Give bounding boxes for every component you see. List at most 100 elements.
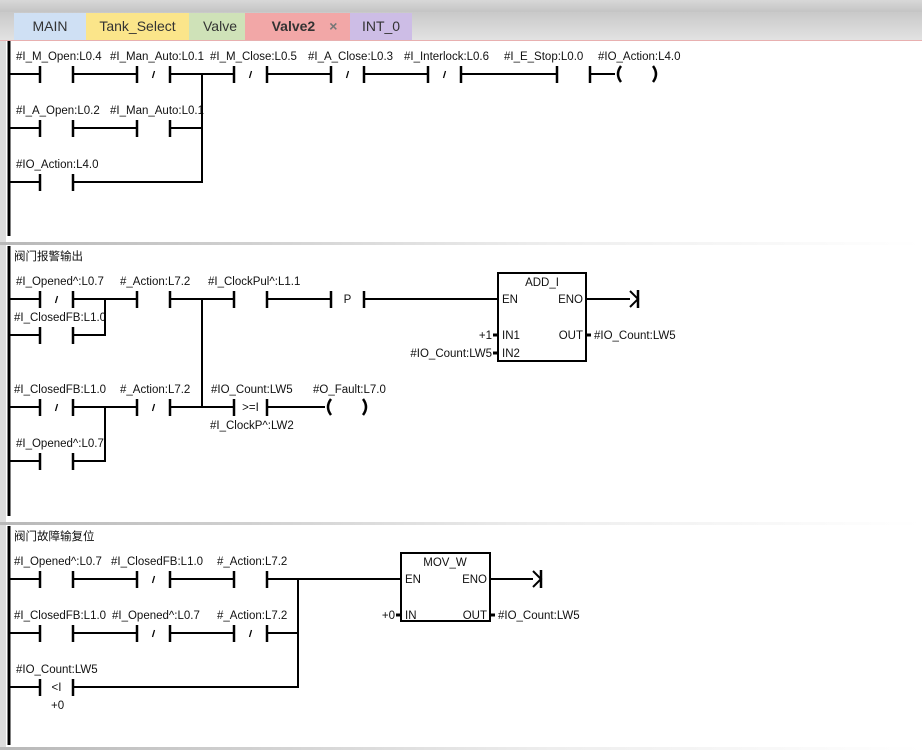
compare-operator: <I xyxy=(52,682,62,694)
block-pin-in2: IN2 xyxy=(502,348,520,360)
nc-contact[interactable]: #I_ClosedFB:L1.0 xyxy=(14,384,106,416)
toolbar xyxy=(0,0,922,12)
nc-contact[interactable]: #_Action:L7.2 xyxy=(217,610,287,642)
no-contact[interactable]: #I_Opened^:L0.7 xyxy=(14,556,102,588)
contact-label: #_Action:L7.2 xyxy=(217,610,287,622)
negation-slash xyxy=(151,403,156,412)
contact-label: #_Action:L7.2 xyxy=(120,276,190,288)
contact-label: #I_Opened^:L0.7 xyxy=(16,276,104,288)
no-contact[interactable]: #_Action:L7.2 xyxy=(120,276,190,308)
tab-valve[interactable]: Valve xyxy=(189,13,251,40)
no-contact[interactable]: #I_ClosedFB:L1.0 xyxy=(14,312,106,344)
contact-label: #I_Opened^:L0.7 xyxy=(112,610,200,622)
no-contact[interactable]: #I_A_Open:L0.2 xyxy=(16,105,100,137)
tab-valve2[interactable]: Valve2 × xyxy=(245,13,350,40)
close-icon[interactable]: × xyxy=(329,18,337,34)
contact-label: #I_ClosedFB:L1.0 xyxy=(14,312,106,324)
nc-contact[interactable]: #I_A_Close:L0.3 xyxy=(308,51,393,83)
block-pin-eno: ENO xyxy=(462,574,487,586)
contact-label: #I_ClockPul^:L1.1 xyxy=(208,276,300,288)
left-gutter xyxy=(0,41,6,750)
output-coil[interactable]: #IO_Action:L4.0 xyxy=(598,51,680,83)
block-input-operand: #IO_Count:LW5 xyxy=(410,348,492,360)
tab-label: Valve2 xyxy=(271,18,316,34)
network-comment: 阀门报警输出 xyxy=(14,249,83,263)
contact-label: #I_Opened^:L0.7 xyxy=(16,438,104,450)
contact-label: #I_ClosedFB:L1.0 xyxy=(111,556,203,568)
tab-bar: MAIN Tank_Select Valve Valve2 × INT_0 xyxy=(0,12,922,41)
network-comment: 阀门故障输复位 xyxy=(14,529,95,543)
no-contact[interactable]: #I_Opened^:L0.7 xyxy=(16,438,104,470)
coil-label: #IO_Action:L4.0 xyxy=(598,51,680,63)
coil-label: #O_Fault:L7.0 xyxy=(313,384,386,396)
block-name: MOV_W xyxy=(423,557,467,569)
nc-contact[interactable]: #_Action:L7.2 xyxy=(120,384,190,416)
constant-value: +0 xyxy=(382,610,395,622)
negation-slash xyxy=(248,629,253,638)
contact-label: #I_ClosedFB:L1.0 xyxy=(14,384,106,396)
network-separator xyxy=(0,522,922,525)
negation-slash xyxy=(151,575,156,584)
no-contact[interactable]: #_Action:L7.2 xyxy=(217,556,287,588)
contact-label: #IO_Action:L4.0 xyxy=(16,159,98,171)
nc-contact[interactable]: #I_Opened^:L0.7 xyxy=(16,276,104,308)
block-pin-in1: IN1 xyxy=(502,330,520,342)
no-contact[interactable]: #I_E_Stop:L0.0 xyxy=(504,51,592,83)
nc-contact[interactable]: #I_Man_Auto:L0.1 xyxy=(110,51,204,83)
compare-in2: #I_ClockP^:LW2 xyxy=(210,420,294,432)
negation-slash xyxy=(151,70,156,79)
tab-tank-select[interactable]: Tank_Select xyxy=(86,13,189,40)
nc-contact[interactable]: #I_M_Close:L0.5 xyxy=(210,51,297,83)
eno-arrow-icon xyxy=(629,290,640,308)
block-output-operand: #IO_Count:LW5 xyxy=(594,330,676,342)
negation-slash xyxy=(54,403,59,412)
no-contact[interactable]: #I_Man_Auto:L0.1 xyxy=(110,105,204,137)
contact-label: #I_A_Close:L0.3 xyxy=(308,51,393,63)
contact-label: #I_M_Open:L0.4 xyxy=(16,51,102,63)
nc-contact[interactable]: #I_ClosedFB:L1.0 xyxy=(111,556,203,588)
contact-label: #_Action:L7.2 xyxy=(120,384,190,396)
nc-contact[interactable]: #I_Opened^:L0.7 xyxy=(112,610,200,642)
negation-slash xyxy=(248,70,253,79)
eno-arrow-icon xyxy=(532,570,543,588)
network-separator xyxy=(0,242,922,245)
compare-in2: +0 xyxy=(51,700,64,712)
block-pin-in: IN xyxy=(405,610,417,622)
no-contact[interactable]: #I_M_Open:L0.4 xyxy=(16,51,102,83)
no-contact[interactable]: #I_ClosedFB:L1.0 xyxy=(14,610,106,642)
positive-edge-label: P xyxy=(344,294,352,306)
no-contact[interactable]: #IO_Action:L4.0 xyxy=(16,159,98,191)
constant-value: +1 xyxy=(479,330,492,342)
negation-slash xyxy=(442,70,447,79)
negation-slash xyxy=(54,295,59,304)
contact-label: #I_E_Stop:L0.0 xyxy=(504,51,583,63)
block-pin-en: EN xyxy=(502,294,518,306)
tab-main[interactable]: MAIN xyxy=(14,13,86,40)
tab-int-0[interactable]: INT_0 xyxy=(350,13,412,40)
contact-label: #I_ClosedFB:L1.0 xyxy=(14,610,106,622)
tab-label: MAIN xyxy=(32,18,68,34)
compare-in1: #IO_Count:LW5 xyxy=(16,664,98,676)
contact-label: #I_Man_Auto:L0.1 xyxy=(110,105,204,117)
block-pin-eno: ENO xyxy=(558,294,583,306)
ladder-editor[interactable]: #I_M_Open:L0.4 #I_Man_Auto:L0.1 #I_M_Close… xyxy=(0,41,922,750)
block-pin-out: OUT xyxy=(463,610,487,622)
tab-label: INT_0 xyxy=(361,18,401,34)
nc-contact[interactable]: #I_Interlock:L0.6 xyxy=(404,51,489,83)
negation-slash xyxy=(151,629,156,638)
contact-label: #I_A_Open:L0.2 xyxy=(16,105,100,117)
compare-operator: >=I xyxy=(242,402,259,414)
contact-label: #I_Opened^:L0.7 xyxy=(14,556,102,568)
tab-label: Tank_Select xyxy=(99,18,176,34)
no-contact[interactable]: #I_ClockPul^:L1.1 xyxy=(208,276,300,308)
contact-label: #I_Man_Auto:L0.1 xyxy=(110,51,204,63)
tab-label: Valve xyxy=(203,18,237,34)
contact-label: #_Action:L7.2 xyxy=(217,556,287,568)
contact-label: #I_Interlock:L0.6 xyxy=(404,51,489,63)
output-coil[interactable]: #O_Fault:L7.0 xyxy=(313,384,386,416)
block-output-operand: #IO_Count:LW5 xyxy=(498,610,580,622)
block-name: ADD_I xyxy=(525,277,559,289)
block-pin-en: EN xyxy=(405,574,421,586)
block-pin-out: OUT xyxy=(559,330,583,342)
contact-label: #I_M_Close:L0.5 xyxy=(210,51,297,63)
